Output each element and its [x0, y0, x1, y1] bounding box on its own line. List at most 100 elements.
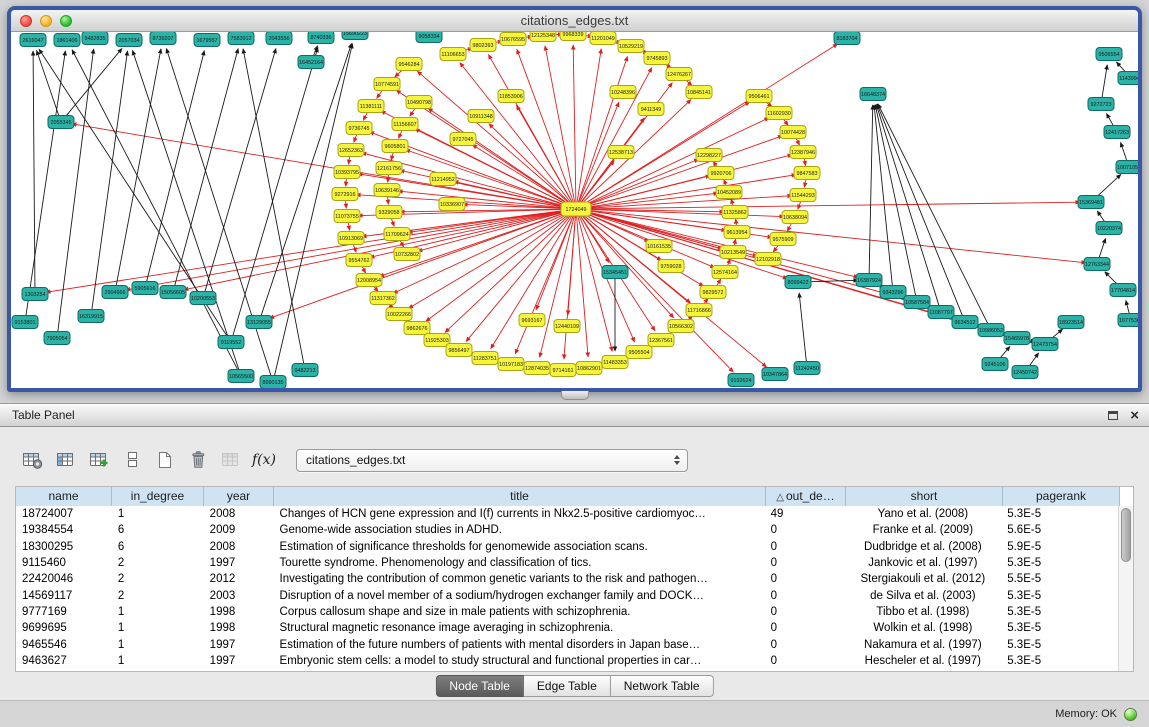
graph-node-teal[interactable]: 16775368: [1118, 314, 1138, 327]
graph-node-teal[interactable]: 9634512: [952, 316, 978, 329]
new-table-button[interactable]: [152, 447, 178, 473]
graph-node-teal[interactable]: 10347864: [762, 368, 788, 381]
graph-edge-black[interactable]: [1098, 238, 1105, 260]
graph-edge-red[interactable]: [269, 210, 572, 318]
graph-node-teal[interactable]: 2057034: [116, 34, 142, 47]
graph-node-teal[interactable]: 15465978: [1004, 332, 1030, 345]
graph-node-yellow[interactable]: 9575909: [770, 233, 796, 246]
graph-edge-red[interactable]: [568, 213, 576, 315]
zoom-window-icon[interactable]: [60, 15, 72, 27]
graph-node-teal[interactable]: 16387924: [856, 274, 882, 287]
graph-node-yellow[interactable]: 10913069: [338, 232, 364, 245]
graph-node-yellow[interactable]: 9506461: [746, 90, 772, 103]
graph-node-yellow[interactable]: 12161756: [376, 162, 402, 175]
graph-node-yellow[interactable]: 9968339: [560, 32, 586, 41]
tab-network-table[interactable]: Network Table: [611, 675, 714, 697]
graph-edge-black[interactable]: [72, 50, 239, 373]
graph-node-teal[interactable]: 1303254: [22, 288, 48, 301]
graph-node-yellow[interactable]: 9862676: [404, 322, 430, 335]
graph-node-yellow[interactable]: 9920706: [708, 167, 734, 180]
table-row[interactable]: 1456911722003Disruption of a novel membe…: [16, 587, 1118, 603]
graph-node-teal[interactable]: 12763344: [1084, 258, 1110, 271]
graph-node-yellow[interactable]: 10074428: [780, 126, 806, 139]
graph-node-yellow[interactable]: 10911348: [468, 110, 494, 123]
delete-columns-button[interactable]: [185, 447, 211, 473]
graph-node-yellow[interactable]: 11073755: [334, 210, 360, 223]
graph-node-teal[interactable]: 9119552: [218, 336, 244, 349]
graph-node-teal[interactable]: 10200553: [190, 292, 216, 305]
graph-node-teal[interactable]: 12417263: [1104, 126, 1130, 139]
graph-node-yellow[interactable]: 9605801: [382, 140, 408, 153]
float-panel-icon[interactable]: [1108, 411, 1118, 420]
graph-node-yellow[interactable]: 12387946: [790, 146, 816, 159]
graph-node-teal[interactable]: 5905616: [132, 282, 158, 295]
graph-edge-red[interactable]: [580, 202, 1080, 209]
table-row[interactable]: 977716911998Corpus callosum shape and si…: [16, 604, 1118, 620]
graph-node-yellow[interactable]: 12298227: [696, 149, 722, 162]
table-row[interactable]: 911546021997Tourette syndrome. Phenomeno…: [16, 555, 1118, 571]
graph-node-yellow[interactable]: 10248396: [610, 86, 636, 99]
graph-node-yellow[interactable]: 12652363: [338, 144, 364, 157]
graph-node-yellow[interactable]: 9554762: [346, 254, 372, 267]
graph-node-teal[interactable]: 2055345: [48, 116, 74, 129]
graph-node-teal[interactable]: 9482835: [82, 32, 108, 45]
graph-node-teal[interactable]: 13129055: [246, 316, 272, 329]
graph-edge-black[interactable]: [260, 43, 351, 318]
graph-node-teal[interactable]: 8099422: [785, 276, 811, 289]
network-selector[interactable]: citations_edges.txt: [296, 449, 688, 472]
graph-node-teal[interactable]: 9153801: [12, 316, 38, 329]
function-builder-button[interactable]: f(x): [251, 447, 277, 473]
graph-node-teal[interactable]: 1679557: [194, 34, 220, 47]
import-table-button[interactable]: [218, 447, 244, 473]
graph-node-yellow[interactable]: 11156607: [392, 118, 418, 131]
graph-node-teal[interactable]: 16452164: [298, 56, 324, 69]
row-height-button[interactable]: [119, 447, 145, 473]
graph-edge-black[interactable]: [875, 105, 916, 298]
network-window-titlebar[interactable]: citations_edges.txt: [11, 10, 1138, 32]
graph-node-yellow[interactable]: 12476267: [666, 68, 692, 81]
graph-node-teal[interactable]: 12473754: [1032, 338, 1058, 351]
graph-edge-red[interactable]: [489, 124, 573, 207]
graph-node-yellow[interactable]: 12440109: [554, 320, 580, 333]
graph-node-yellow[interactable]: 10639146: [374, 184, 400, 197]
graph-edge-black[interactable]: [132, 50, 239, 372]
graph-edge-red[interactable]: [580, 209, 1086, 262]
graph-node-yellow[interactable]: 9829572: [700, 286, 726, 299]
graph-node-teal[interactable]: 2043556: [266, 32, 292, 45]
graph-node-teal[interactable]: 18923514: [1058, 316, 1084, 329]
graph-node-yellow[interactable]: 9745893: [644, 52, 670, 65]
graph-node-teal[interactable]: 1861406: [54, 34, 80, 47]
citation-network-graph[interactable]: 1724049954628410774591113811119736745126…: [11, 32, 1138, 388]
graph-edge-red[interactable]: [445, 212, 573, 333]
graph-node-yellow[interactable]: 9759028: [658, 260, 684, 273]
graph-node-yellow[interactable]: 1724049: [561, 202, 591, 216]
graph-node-yellow[interactable]: 10490798: [406, 96, 432, 109]
panel-divider-handle[interactable]: [561, 391, 589, 400]
graph-node-yellow[interactable]: 10197183: [498, 358, 524, 371]
graph-node-teal[interactable]: 9192624: [728, 374, 754, 387]
select-columns-button[interactable]: [53, 447, 79, 473]
graph-node-yellow[interactable]: 11716866: [686, 304, 712, 317]
graph-node-yellow[interactable]: 11106653: [440, 48, 466, 61]
graph-node-yellow[interactable]: 9736745: [346, 122, 372, 135]
graph-edge-black[interactable]: [876, 105, 940, 309]
graph-node-teal[interactable]: 12450742: [1012, 366, 1038, 379]
graph-node-teal[interactable]: 11439943: [1118, 72, 1138, 85]
graph-node-teal[interactable]: 8739207: [150, 32, 176, 45]
graph-node-teal[interactable]: 9506554: [1096, 48, 1122, 61]
scrollbar-thumb[interactable]: [1121, 508, 1131, 562]
graph-node-yellow[interactable]: 9802393: [470, 39, 496, 52]
table-row[interactable]: 1938455462009Genome-wide association stu…: [16, 522, 1118, 538]
graph-node-yellow[interactable]: 9856497: [446, 344, 472, 357]
graph-node-yellow[interactable]: 11283751: [472, 352, 498, 365]
graph-edge-red[interactable]: [46, 210, 572, 293]
graph-node-teal[interactable]: 10587584: [904, 296, 930, 309]
graph-node-teal[interactable]: 8183704: [834, 32, 860, 45]
graph-node-teal[interactable]: 15369481: [1078, 196, 1104, 209]
graph-node-yellow[interactable]: 12574164: [712, 266, 738, 279]
table-scrollbar[interactable]: [1118, 506, 1133, 671]
graph-edge-red[interactable]: [573, 45, 576, 205]
graph-node-teal[interactable]: 15690223: [342, 32, 368, 40]
table-row[interactable]: 969969511998Structural magnetic resonanc…: [16, 620, 1118, 636]
graph-node-teal[interactable]: 10986052: [978, 324, 1004, 337]
